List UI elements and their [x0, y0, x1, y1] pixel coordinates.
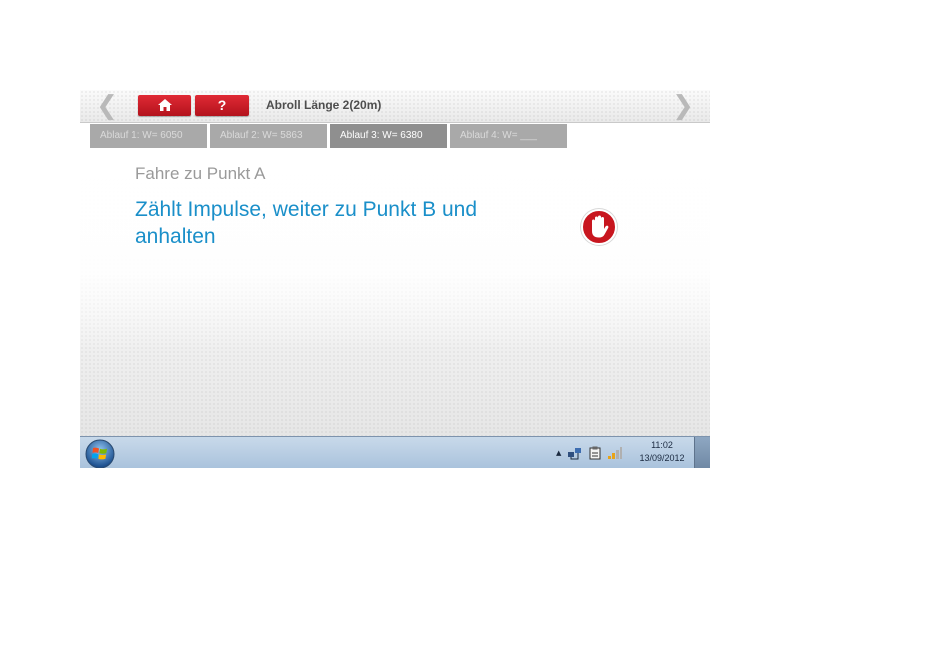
show-desktop-button[interactable] — [694, 437, 710, 468]
page-title: Abroll Länge 2(20m) — [266, 98, 382, 112]
forward-arrow-icon[interactable]: ❯ — [672, 93, 694, 119]
signal-icon[interactable] — [607, 446, 623, 460]
step-label: Fahre zu Punkt A — [135, 164, 266, 183]
windows-start-icon[interactable] — [85, 439, 115, 468]
windows-taskbar: ▲ 11:02 13/09/2012 — [80, 436, 710, 468]
clock-time: 11:02 — [651, 440, 673, 450]
clipboard-icon[interactable] — [589, 446, 601, 460]
tab-ablauf-4[interactable]: Ablauf 4: W= ___ — [450, 124, 567, 148]
clock-date: 13/09/2012 — [639, 453, 685, 463]
home-icon — [157, 99, 172, 111]
tab-ablauf-3[interactable]: Ablauf 3: W= 6380 — [330, 124, 447, 148]
tab-ablauf-2[interactable]: Ablauf 2: W= 5863 — [210, 124, 327, 148]
step-instruction: Zählt Impulse, weiter zu Punkt B und anh… — [135, 198, 477, 248]
home-button[interactable] — [138, 95, 191, 116]
help-label: ? — [217, 97, 227, 113]
top-toolbar: ❮ ? Abroll Länge 2(20m) ❯ — [80, 90, 710, 122]
help-button[interactable]: ? — [195, 95, 249, 116]
back-arrow-icon[interactable]: ❮ — [96, 93, 118, 119]
system-tray: ▲ — [556, 443, 623, 463]
main-content: Fahre zu Punkt A Zählt Impulse, weiter z… — [80, 150, 710, 436]
show-hidden-icons[interactable]: ▲ — [556, 449, 561, 457]
run-tabs: Ablauf 1: W= 6050 Ablauf 2: W= 5863 Abla… — [80, 122, 710, 151]
stop-hand-icon[interactable] — [579, 207, 619, 247]
network-icon[interactable] — [567, 446, 583, 460]
tab-ablauf-1[interactable]: Ablauf 1: W= 6050 — [90, 124, 207, 148]
taskbar-clock[interactable]: 11:02 13/09/2012 — [632, 439, 692, 465]
app-screen: ❮ ? Abroll Länge 2(20m) ❯ Ablauf 1: W= 6… — [80, 90, 710, 468]
